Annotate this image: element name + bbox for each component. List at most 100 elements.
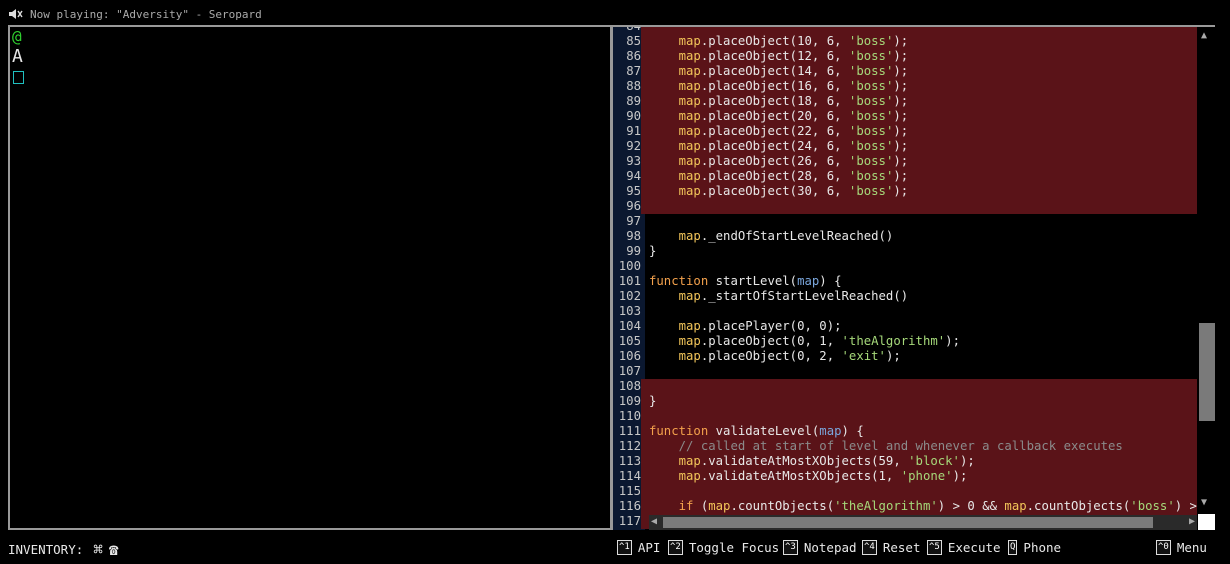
code-text[interactable]: map.placeObject(20, 6, 'boss'); (649, 109, 909, 124)
code-line[interactable]: 92 map.placeObject(24, 6, 'boss'); (613, 139, 1197, 154)
reset-key: ^4 (862, 540, 877, 555)
scroll-left-icon[interactable]: ◀ (651, 516, 657, 527)
menu-hotkey[interactable]: ^0 Menu (1156, 540, 1207, 555)
code-line[interactable]: 104 map.placePlayer(0, 0); (613, 319, 1197, 334)
code-line[interactable]: 102 map._startOfStartLevelReached() (613, 289, 1197, 304)
scroll-up-icon[interactable]: ▲ (1201, 30, 1207, 41)
code-text[interactable]: function validateLevel(map) { (649, 424, 864, 439)
code-line[interactable]: 94 map.placeObject(28, 6, 'boss'); (613, 169, 1197, 184)
code-text[interactable]: map.placeObject(22, 6, 'boss'); (649, 124, 909, 139)
code-text[interactable]: map.placeObject(10, 6, 'boss'); (649, 34, 909, 49)
code-line[interactable]: 91 map.placeObject(22, 6, 'boss'); (613, 124, 1197, 139)
game-map[interactable]: @ A (8, 25, 612, 530)
code-line[interactable]: 84 (613, 27, 1197, 34)
code-text[interactable]: map.placeObject(18, 6, 'boss'); (649, 94, 909, 109)
line-number: 99 (613, 244, 641, 259)
code-line[interactable]: 105 map.placeObject(0, 1, 'theAlgorithm'… (613, 334, 1197, 349)
toggle-focus-hotkey[interactable]: ^2 Toggle Focus (668, 540, 779, 555)
line-number: 116 (613, 499, 641, 514)
code-text[interactable]: map.placePlayer(0, 0); (649, 319, 842, 334)
now-playing-bar: Now playing: "Adversity" - Seropard (8, 6, 262, 22)
line-number: 92 (613, 139, 641, 154)
code-line[interactable]: 96 (613, 199, 1197, 214)
code-line[interactable]: 90 map.placeObject(20, 6, 'boss'); (613, 109, 1197, 124)
line-number: 93 (613, 154, 641, 169)
code-text[interactable]: map.validateAtMostXObjects(59, 'block'); (649, 454, 975, 469)
inventory-label: INVENTORY: (8, 542, 84, 557)
execute-key: ^5 (927, 540, 942, 555)
scroll-down-icon[interactable]: ▼ (1201, 497, 1207, 508)
line-number: 85 (613, 34, 641, 49)
code-line[interactable]: 110 (613, 409, 1197, 424)
code-line[interactable]: 108 (613, 379, 1197, 394)
computer-item-icon[interactable]: ⌘ (93, 540, 103, 559)
horizontal-scroll-thumb[interactable] (663, 517, 1153, 528)
player-glyph: @ (12, 27, 22, 46)
vertical-scrollbar[interactable]: ▲ ▼ (1198, 27, 1215, 514)
code-line[interactable]: 103 (613, 304, 1197, 319)
line-number: 114 (613, 469, 641, 484)
code-line[interactable]: 107 (613, 364, 1197, 379)
speaker-icon[interactable] (8, 8, 24, 20)
line-number: 97 (613, 214, 641, 229)
code-text[interactable]: map.placeObject(14, 6, 'boss'); (649, 64, 909, 79)
code-line[interactable]: 115 (613, 484, 1197, 499)
code-line[interactable]: 95 map.placeObject(30, 6, 'boss'); (613, 184, 1197, 199)
line-number: 100 (613, 259, 641, 274)
line-number: 87 (613, 64, 641, 79)
code-line[interactable]: 85 map.placeObject(10, 6, 'boss'); (613, 34, 1197, 49)
code-line[interactable]: 86 map.placeObject(12, 6, 'boss'); (613, 49, 1197, 64)
code-text[interactable]: map.placeObject(26, 6, 'boss'); (649, 154, 909, 169)
code-lines[interactable]: 84 85 map.placeObject(10, 6, 'boss'); 86 m… (613, 27, 1215, 529)
reset-hotkey[interactable]: ^4 Reset (862, 540, 920, 555)
code-line[interactable]: 109} (613, 394, 1197, 409)
code-text[interactable]: map.placeObject(0, 2, 'exit'); (649, 349, 901, 364)
line-number: 94 (613, 169, 641, 184)
line-number: 84 (613, 27, 641, 34)
code-text[interactable]: map.placeObject(30, 6, 'boss'); (649, 184, 909, 199)
code-text[interactable]: map.placeObject(28, 6, 'boss'); (649, 169, 909, 184)
code-line[interactable]: 89 map.placeObject(18, 6, 'boss'); (613, 94, 1197, 109)
toggle-focus-key: ^2 (668, 540, 683, 555)
line-number: 91 (613, 124, 641, 139)
scroll-right-icon[interactable]: ▶ (1189, 516, 1195, 527)
code-text[interactable]: // called at start of level and whenever… (649, 439, 1123, 454)
code-line[interactable]: 88 map.placeObject(16, 6, 'boss'); (613, 79, 1197, 94)
code-line[interactable]: 98 map._endOfStartLevelReached() (613, 229, 1197, 244)
code-line[interactable]: 111 function validateLevel(map) { (613, 424, 1197, 439)
vertical-scroll-thumb[interactable] (1199, 323, 1215, 421)
menu-label: Menu (1176, 540, 1207, 555)
code-line[interactable]: 114 map.validateAtMostXObjects(1, 'phone… (613, 469, 1197, 484)
code-line[interactable]: 93 map.placeObject(26, 6, 'boss'); (613, 154, 1197, 169)
execute-hotkey[interactable]: ^5 Execute (927, 540, 1001, 555)
code-line[interactable]: 87 map.placeObject(14, 6, 'boss'); (613, 64, 1197, 79)
code-text[interactable]: map.placeObject(16, 6, 'boss'); (649, 79, 909, 94)
code-editor[interactable]: 84 85 map.placeObject(10, 6, 'boss'); 86 m… (611, 25, 1215, 530)
code-line[interactable]: 112 // called at start of level and when… (613, 439, 1197, 454)
code-line[interactable]: 101 function startLevel(map) { (613, 274, 1197, 289)
code-text[interactable]: } (649, 394, 656, 409)
line-number: 109 (613, 394, 641, 409)
code-line[interactable]: 100 (613, 259, 1197, 274)
code-text[interactable]: map.placeObject(24, 6, 'boss'); (649, 139, 909, 154)
code-text[interactable]: map.placeObject(12, 6, 'boss'); (649, 49, 909, 64)
code-line[interactable]: 106 map.placeObject(0, 2, 'exit'); (613, 349, 1197, 364)
code-text[interactable]: map._endOfStartLevelReached() (649, 229, 894, 244)
api-hotkey[interactable]: ^1 API (617, 540, 660, 555)
code-text[interactable]: if (map.countObjects('theAlgorithm') > 0… (649, 499, 1215, 514)
code-text[interactable]: map.validateAtMostXObjects(1, 'phone'); (649, 469, 968, 484)
code-line[interactable]: 113 map.validateAtMostXObjects(59, 'bloc… (613, 454, 1197, 469)
code-text[interactable]: map.placeObject(0, 1, 'theAlgorithm'); (649, 334, 960, 349)
code-line[interactable]: 99} (613, 244, 1197, 259)
phone-hotkey[interactable]: Q Phone (1008, 540, 1061, 555)
horizontal-scrollbar[interactable]: ◀ ▶ (649, 515, 1197, 530)
phone-key: Q (1008, 540, 1018, 555)
code-text[interactable]: map._startOfStartLevelReached() (649, 289, 909, 304)
notepad-hotkey[interactable]: ^3 Notepad (783, 540, 857, 555)
line-number: 107 (613, 364, 641, 379)
phone-item-icon[interactable]: ☎ (109, 540, 119, 559)
code-line[interactable]: 97 (613, 214, 1197, 229)
code-text[interactable]: function startLevel(map) { (649, 274, 842, 289)
code-line[interactable]: 116 if (map.countObjects('theAlgorithm')… (613, 499, 1215, 514)
code-text[interactable]: } (649, 244, 656, 259)
